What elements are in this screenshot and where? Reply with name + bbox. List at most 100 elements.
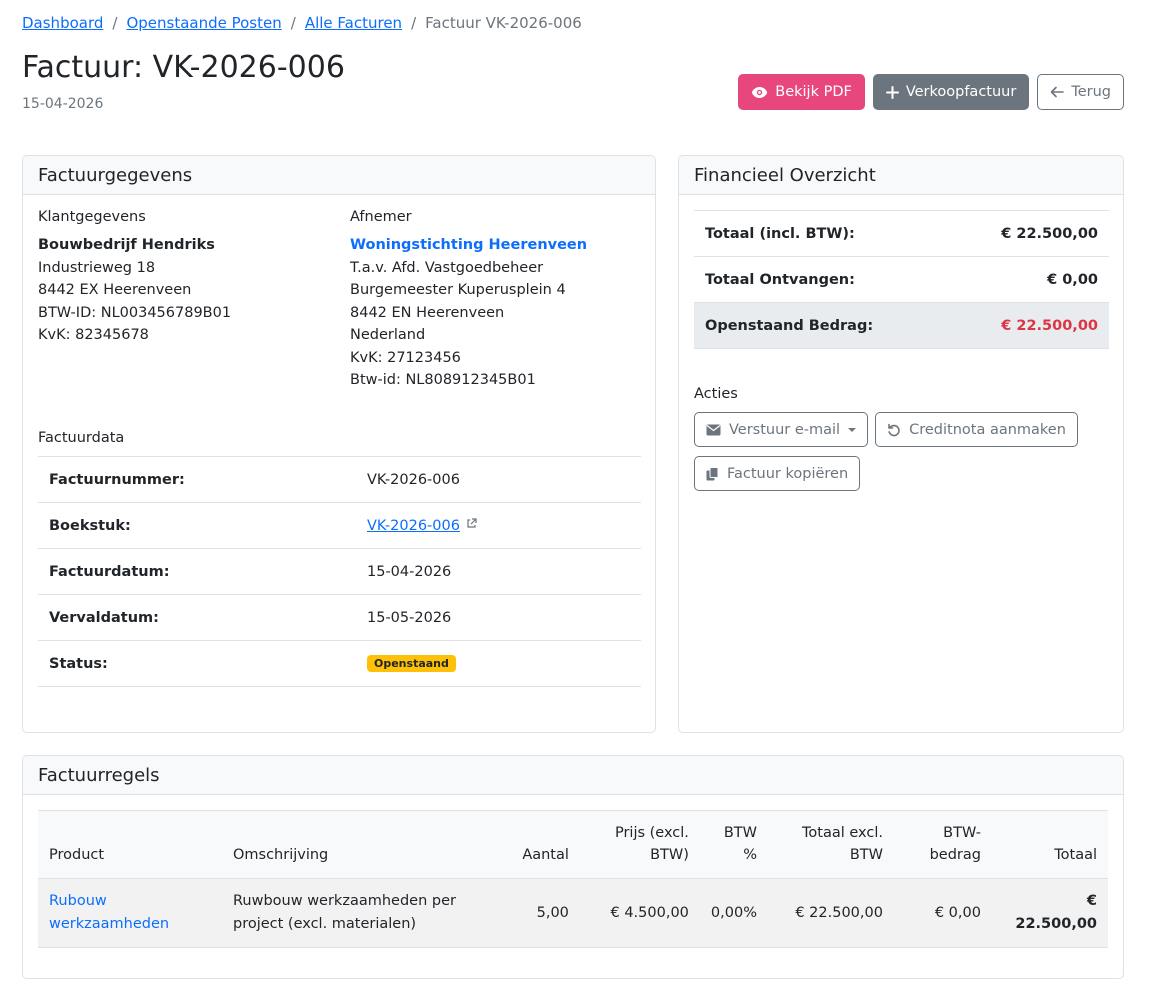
line-product: Rubouw werkzaamheden — [38, 878, 222, 948]
invoice-number-value: VK-2026-006 — [356, 456, 641, 503]
invoice-date-subtitle: 15-04-2026 — [22, 96, 104, 112]
actions-row: Verstuur e-mail Creditnota aanmaken — [694, 412, 1078, 447]
breadcrumb-separator: / — [411, 14, 417, 32]
invoice-lines-card: Factuurregels Product Omschrijving Aanta… — [22, 755, 1124, 979]
view-pdf-label: Bekijk PDF — [775, 84, 852, 100]
invoice-number-label: Factuurnummer: — [38, 456, 356, 503]
recipient-name-link[interactable]: Woningstichting Heerenveen — [350, 234, 587, 257]
line-total: € 22.500,00 — [991, 878, 1108, 948]
col-quantity: Aantal — [489, 810, 580, 879]
col-vat-percent: BTW% — [699, 810, 768, 879]
new-sales-invoice-label: Verkoopfactuur — [905, 84, 1017, 100]
breadcrumb-alle-facturen[interactable]: Alle Facturen — [305, 14, 402, 32]
invoice-date-value: 15-04-2026 — [356, 548, 641, 595]
booking-label: Boekstuk: — [38, 502, 356, 549]
customer-address-line: Industrieweg 18 — [38, 259, 156, 276]
line-total-excl: € 22.500,00 — [767, 878, 894, 948]
booking-cell: VK-2026-006 — [356, 502, 641, 549]
col-total-excl: Totaal excl. BTW — [767, 810, 894, 879]
invoice-lines-table: Product Omschrijving Aantal Prijs (excl.… — [38, 810, 1108, 948]
customer-vat-id: BTW-ID: NL003456789B01 — [38, 304, 232, 321]
breadcrumb: Dashboard / Openstaande Posten / Alle Fa… — [22, 14, 582, 32]
breadcrumb-current: Factuur VK-2026-006 — [425, 14, 582, 32]
table-row: Vervaldatum: 15-05-2026 — [38, 594, 641, 641]
table-header-row: Product Omschrijving Aantal Prijs (excl.… — [38, 810, 1108, 879]
eye-icon — [752, 86, 768, 98]
status-badge: Openstaand — [367, 655, 456, 672]
financial-summary-table: Totaal (incl. BTW): € 22.500,00 Totaal O… — [694, 210, 1109, 349]
outstanding-amount-label: Openstaand Bedrag: — [694, 302, 950, 349]
back-button[interactable]: Terug — [1037, 74, 1124, 110]
breadcrumb-dashboard[interactable]: Dashboard — [22, 14, 103, 32]
table-row: Totaal (incl. BTW): € 22.500,00 — [694, 210, 1109, 257]
financial-overview-header: Financieel Overzicht — [679, 156, 1123, 195]
product-link[interactable]: Rubouw werkzaamheden — [49, 893, 169, 932]
col-vat-amount: BTW-bedrag — [893, 810, 992, 879]
outstanding-amount-value: € 22.500,00 — [949, 302, 1109, 349]
invoice-details-card: Factuurgegevens Klantgegevens Bouwbedrij… — [22, 155, 656, 733]
header-actions: Bekijk PDF Verkoopfactuur Terug — [738, 74, 1124, 110]
col-price: Prijs (excl. BTW) — [579, 810, 700, 879]
send-email-label: Verstuur e-mail — [729, 421, 841, 438]
recipient-address-line: Burgemeester Kuperusplein 4 — [350, 282, 566, 298]
copy-invoice-button[interactable]: Factuur kopiëren — [694, 456, 861, 491]
line-quantity: 5,00 — [489, 878, 580, 948]
table-row: Factuurdatum: 15-04-2026 — [38, 548, 641, 595]
due-date-value: 15-05-2026 — [356, 594, 641, 641]
recipient-vat-id: Btw-id: NL808912345B01 — [350, 372, 536, 388]
copy-invoice-label: Factuur kopiëren — [727, 465, 849, 482]
send-email-dropdown-button[interactable]: Verstuur e-mail — [694, 412, 869, 447]
table-row: Openstaand Bedrag: € 22.500,00 — [694, 302, 1109, 349]
customer-name: Bouwbedrijf Hendriks — [38, 237, 215, 253]
credit-note-button[interactable]: Creditnota aanmaken — [875, 412, 1078, 447]
col-product: Product — [38, 810, 222, 879]
back-label: Terug — [1071, 84, 1111, 100]
new-sales-invoice-button[interactable]: Verkoopfactuur — [872, 74, 1030, 110]
breadcrumb-openstaande-posten[interactable]: Openstaande Posten — [126, 14, 281, 32]
actions-heading: Acties — [694, 386, 738, 402]
customer-block: Bouwbedrijf Hendriks Industrieweg 18 844… — [38, 234, 231, 347]
invoice-data-heading: Factuurdata — [38, 430, 125, 446]
total-incl-vat-value: € 22.500,00 — [949, 210, 1109, 257]
undo-icon — [888, 423, 900, 436]
page-title: Factuur: VK-2026-006 — [22, 50, 345, 85]
col-description: Omschrijving — [221, 810, 490, 879]
invoice-date-label: Factuurdatum: — [38, 548, 356, 595]
total-received-value: € 0,00 — [949, 256, 1109, 303]
line-description: Ruwbouw werkzaamheden per project (excl. … — [221, 878, 490, 948]
booking-link[interactable]: VK-2026-006 — [367, 518, 460, 534]
total-incl-vat-label: Totaal (incl. BTW): — [694, 210, 950, 257]
table-row: Totaal Ontvangen: € 0,00 — [694, 256, 1109, 303]
breadcrumb-separator: / — [290, 14, 296, 32]
customer-kvk: KvK: 82345678 — [38, 327, 149, 343]
status-label: Status: — [38, 640, 356, 687]
invoice-lines-header: Factuurregels — [23, 756, 1123, 795]
line-vat-amount: € 0,00 — [893, 878, 992, 948]
actions-row: Factuur kopiëren — [694, 456, 861, 491]
invoice-details-header: Factuurgegevens — [23, 156, 655, 195]
table-row: Status: Openstaand — [38, 640, 641, 687]
plus-icon — [885, 85, 899, 99]
copy-icon — [706, 466, 719, 480]
invoice-data-table: Factuurnummer: VK-2026-006 Boekstuk: VK-… — [38, 456, 641, 687]
line-price: € 4.500,00 — [579, 878, 700, 948]
customer-heading: Klantgegevens — [38, 209, 146, 225]
table-row: Factuurnummer: VK-2026-006 — [38, 456, 641, 503]
recipient-attention: T.a.v. Afd. Vastgoedbeheer — [350, 259, 544, 276]
envelope-icon — [706, 424, 721, 435]
total-received-label: Totaal Ontvangen: — [694, 256, 950, 303]
line-vat-percent: 0,00% — [699, 878, 768, 948]
view-pdf-button[interactable]: Bekijk PDF — [738, 74, 865, 110]
col-total: Totaal — [991, 810, 1108, 879]
recipient-kvk: KvK: 27123456 — [350, 349, 461, 366]
table-row: Rubouw werkzaamheden Ruwbouw werkzaamhede… — [38, 878, 1108, 948]
financial-overview-card: Financieel Overzicht Totaal (incl. BTW):… — [678, 155, 1124, 733]
status-cell: Openstaand — [356, 640, 641, 687]
credit-note-label: Creditnota aanmaken — [909, 421, 1066, 438]
arrow-left-icon — [1051, 86, 1065, 98]
external-link-icon — [466, 517, 477, 528]
recipient-address-line: 8442 EN Heerenveen — [350, 304, 505, 321]
recipient-heading: Afnemer — [350, 209, 412, 225]
chevron-down-icon — [848, 427, 857, 432]
customer-address-line: 8442 EX Heerenveen — [38, 282, 192, 298]
